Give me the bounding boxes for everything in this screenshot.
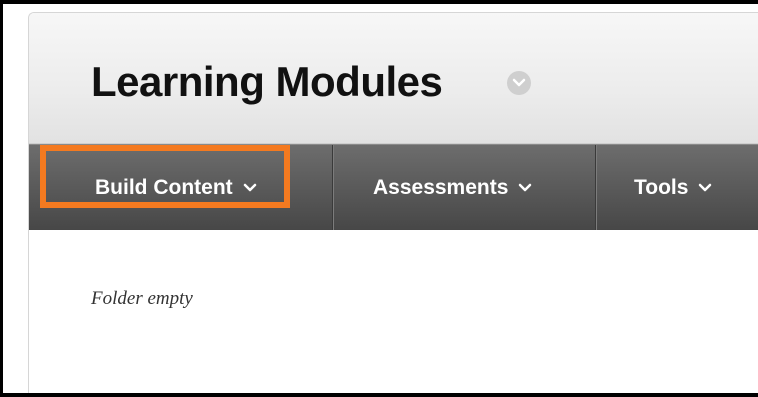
chevron-down-icon: [243, 183, 257, 193]
action-bar: Build Content Assessments Tools: [29, 144, 758, 230]
build-content-label: Build Content: [95, 175, 233, 199]
content-panel: Learning Modules Build Content Assessmen…: [28, 12, 758, 393]
page-title: Learning Modules: [91, 58, 443, 105]
page-header: Learning Modules: [29, 13, 758, 144]
chevron-down-icon[interactable]: [507, 71, 531, 95]
chevron-down-icon: [518, 183, 532, 193]
folder-empty-message: Folder empty: [91, 288, 193, 309]
assessments-label: Assessments: [373, 175, 509, 199]
screenshot-frame: Learning Modules Build Content Assessmen…: [0, 0, 758, 397]
divider: [332, 145, 333, 230]
chevron-down-icon: [698, 183, 712, 193]
tools-label: Tools: [634, 175, 689, 199]
tools-button[interactable]: Tools: [634, 145, 712, 230]
assessments-button[interactable]: Assessments: [373, 145, 532, 230]
build-content-button[interactable]: Build Content: [95, 145, 257, 230]
divider: [595, 145, 596, 230]
